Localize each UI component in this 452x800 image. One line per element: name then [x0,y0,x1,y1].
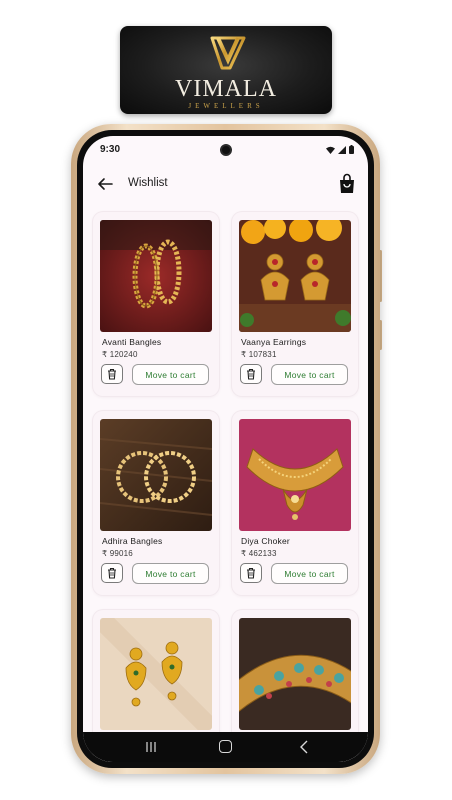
trash-icon [108,567,116,579]
move-to-cart-button[interactable]: Move to cart [132,563,209,584]
jhumka-earrings-image [239,220,351,332]
move-to-cart-button[interactable]: Move to cart [271,364,348,385]
move-to-cart-button[interactable]: Move to cart [271,563,348,584]
move-to-cart-button[interactable]: Move to cart [132,364,209,385]
brand-name: VIMALA [175,76,277,102]
wishlist-card[interactable]: Avanti Bangles ₹ 120240 Move to cart [93,212,219,396]
wishlist-card[interactable]: Adhira Bangles ₹ 99016 Move to cart [93,411,219,595]
remove-button[interactable] [240,563,262,583]
brand-logo-badge: VIMALA JEWELLERS [120,26,332,114]
gold-choker-image [239,419,351,531]
product-image[interactable] [239,419,351,531]
product-price: ₹ 120240 [102,350,138,359]
product-name: Diya Choker [241,536,290,546]
product-price: ₹ 107831 [241,350,277,359]
product-name: Adhira Bangles [102,536,163,546]
phone-screen: 9:30 Wishlist Avanti Bangles ₹ 120240 Mo… [83,136,368,762]
wishlist-card[interactable]: Vaanya Earrings ₹ 107831 Move to cart [232,212,358,396]
wishlist-card[interactable]: Diya Choker ₹ 462133 Move to cart [232,411,358,595]
recents-icon[interactable] [145,742,157,752]
trash-icon [247,368,255,380]
product-image[interactable] [100,220,212,332]
product-image[interactable] [239,220,351,332]
remove-button[interactable] [101,364,123,384]
drop-earrings-image [100,618,212,730]
enamel-kada-image [239,618,351,730]
gold-bangles-pair-image [100,220,212,332]
twisted-bangles-image [100,419,212,531]
product-name: Vaanya Earrings [241,337,307,347]
remove-button[interactable] [101,563,123,583]
phone-frame: 9:30 Wishlist Avanti Bangles ₹ 120240 Mo… [71,124,380,774]
brand-tagline: JEWELLERS [188,102,264,110]
product-price: ₹ 99016 [102,549,133,558]
product-image[interactable] [100,419,212,531]
product-image[interactable] [100,618,212,730]
trash-icon [108,368,116,380]
diamond-v-logo-icon [210,36,246,70]
product-price: ₹ 462133 [241,549,277,558]
wishlist-grid: Avanti Bangles ₹ 120240 Move to cart Vaa… [83,136,368,762]
product-image[interactable] [239,618,351,730]
system-nav-bar [83,732,368,762]
remove-button[interactable] [240,364,262,384]
back-icon[interactable] [299,740,309,754]
trash-icon [247,567,255,579]
home-icon[interactable] [219,740,232,753]
product-name: Avanti Bangles [102,337,162,347]
